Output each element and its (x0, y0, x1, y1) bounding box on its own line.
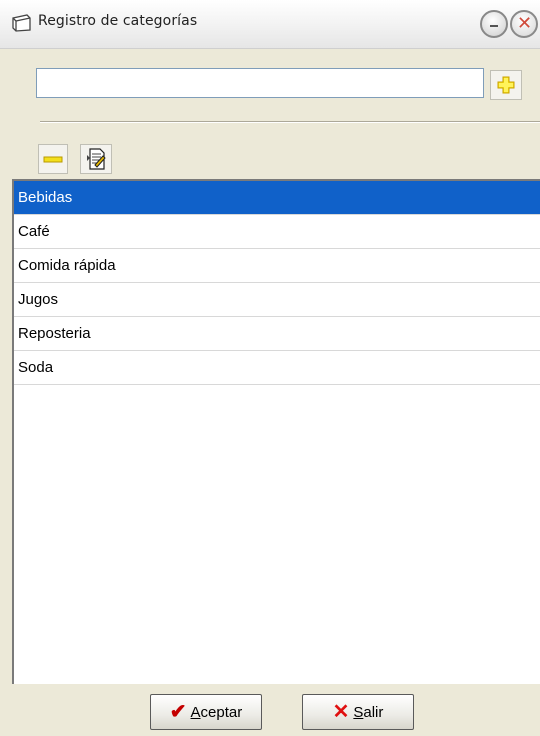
remove-category-button[interactable] (38, 144, 68, 174)
plus-icon (497, 76, 515, 94)
category-name-input[interactable] (36, 68, 484, 98)
category-list[interactable]: Bebidas Café Comida rápida Jugos Reposteria S… (12, 179, 540, 684)
x-icon: ✕ (332, 701, 350, 723)
list-item[interactable]: Jugos (14, 283, 540, 317)
exit-button-label: Salir (353, 703, 384, 721)
app-icon (12, 14, 31, 32)
title-bar[interactable]: Registro de categorías ✕ (0, 0, 540, 49)
close-button[interactable]: ✕ (510, 10, 538, 38)
checkmark-icon: ✔ (169, 701, 187, 723)
accept-button[interactable]: ✔ Aceptar (150, 694, 262, 730)
list-item[interactable]: Soda (14, 351, 540, 385)
document-edit-icon (87, 148, 106, 170)
list-item[interactable]: Café (14, 215, 540, 249)
list-item[interactable]: Comida rápida (14, 249, 540, 283)
close-icon: ✕ (517, 13, 533, 34)
window-controls: ✕ (480, 8, 540, 40)
list-item[interactable]: Bebidas (14, 181, 540, 215)
minus-icon (43, 156, 63, 163)
accept-button-label: Aceptar (190, 703, 243, 721)
category-register-window: Registro de categorías ✕ Bebidas Café Comi… (0, 0, 540, 736)
list-item[interactable]: Reposteria (14, 317, 540, 351)
add-category-button[interactable] (490, 70, 522, 100)
minimize-button[interactable] (480, 10, 508, 38)
exit-button[interactable]: ✕ Salir (302, 694, 414, 730)
window-title: Registro de categorías (38, 13, 198, 29)
edit-category-button[interactable] (80, 144, 112, 174)
separator-line (40, 121, 540, 123)
